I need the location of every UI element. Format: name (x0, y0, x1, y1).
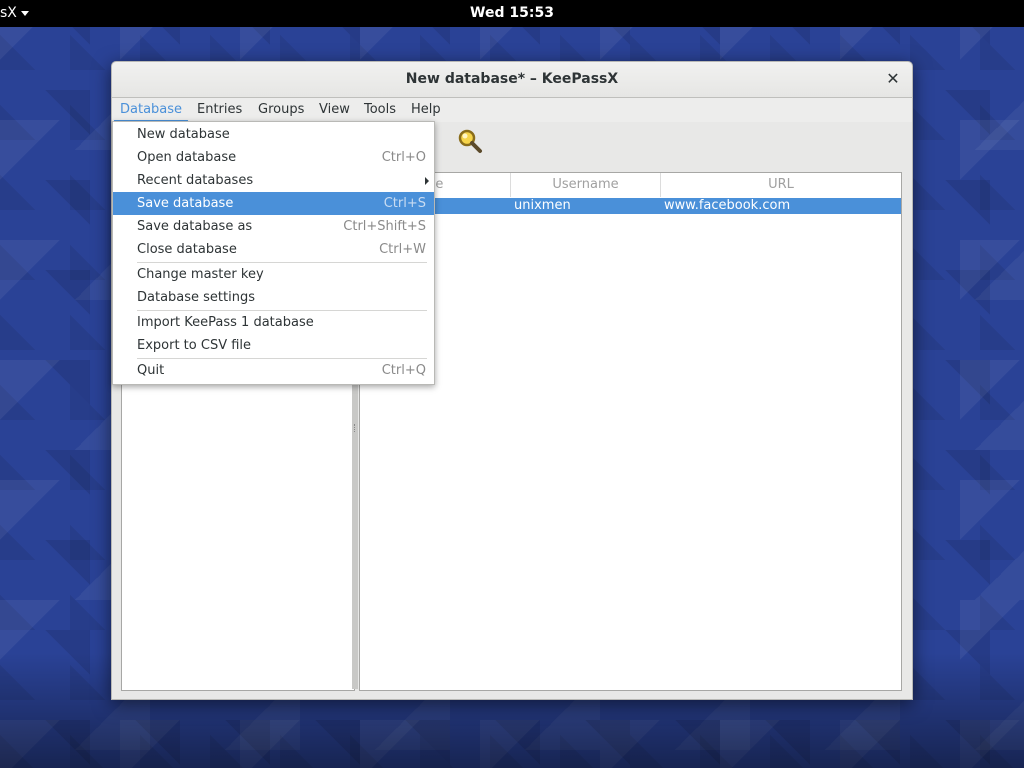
menu-entries[interactable]: Entries (191, 98, 248, 122)
entry-list-header: tle Username URL (360, 173, 901, 197)
menu-tools[interactable]: Tools (358, 98, 402, 122)
menu-help[interactable]: Help (405, 98, 447, 122)
database-menu: New database Open database Ctrl+O Recent… (112, 121, 435, 385)
menu-item-open-database[interactable]: Open database Ctrl+O (113, 146, 434, 169)
entry-username: unixmen (514, 198, 571, 213)
clock[interactable]: Wed 15:53 (0, 0, 1024, 26)
close-icon[interactable]: ✕ (884, 70, 902, 88)
splitter-grip (354, 424, 357, 432)
shortcut-label: Ctrl+O (381, 150, 426, 165)
menu-database[interactable]: Database (114, 98, 189, 122)
menu-bar: Database Entries Groups View Tools Help (112, 98, 912, 122)
menu-item-export-csv[interactable]: Export to CSV file (113, 334, 434, 357)
shortcut-label: Ctrl+Q (381, 363, 426, 378)
top-bar: sX Wed 15:53 (0, 0, 1024, 27)
menu-item-save-database[interactable]: Save database Ctrl+S (113, 192, 434, 215)
menu-item-recent-databases[interactable]: Recent databases (113, 169, 434, 192)
menu-item-change-master-key[interactable]: Change master key (113, 263, 434, 286)
menu-item-new-database[interactable]: New database (113, 123, 434, 146)
search-icon[interactable] (457, 128, 483, 154)
shortcut-label: Ctrl+W (379, 242, 426, 257)
menu-groups[interactable]: Groups (252, 98, 310, 122)
menu-item-save-database-as[interactable]: Save database as Ctrl+Shift+S (113, 215, 434, 238)
window-title: New database* – KeePassX (405, 71, 619, 87)
menu-item-close-database[interactable]: Close database Ctrl+W (113, 238, 434, 261)
menu-item-database-settings[interactable]: Database settings (113, 286, 434, 309)
entry-url: www.facebook.com (664, 198, 791, 213)
column-username[interactable]: Username (511, 173, 661, 197)
menu-view[interactable]: View (313, 98, 356, 122)
shortcut-label: Ctrl+Shift+S (343, 219, 426, 234)
column-url[interactable]: URL (661, 173, 901, 197)
chevron-right-icon (425, 177, 429, 185)
title-bar[interactable]: New database* – KeePassX ✕ (112, 62, 912, 98)
entry-list[interactable]: tle Username URL k unixmen www.facebook.… (359, 172, 902, 691)
menu-item-quit[interactable]: Quit Ctrl+Q (113, 359, 434, 382)
shortcut-label: Ctrl+S (383, 196, 426, 211)
menu-item-import-keepass1[interactable]: Import KeePass 1 database (113, 311, 434, 334)
table-row[interactable]: k unixmen www.facebook.com (360, 198, 901, 214)
